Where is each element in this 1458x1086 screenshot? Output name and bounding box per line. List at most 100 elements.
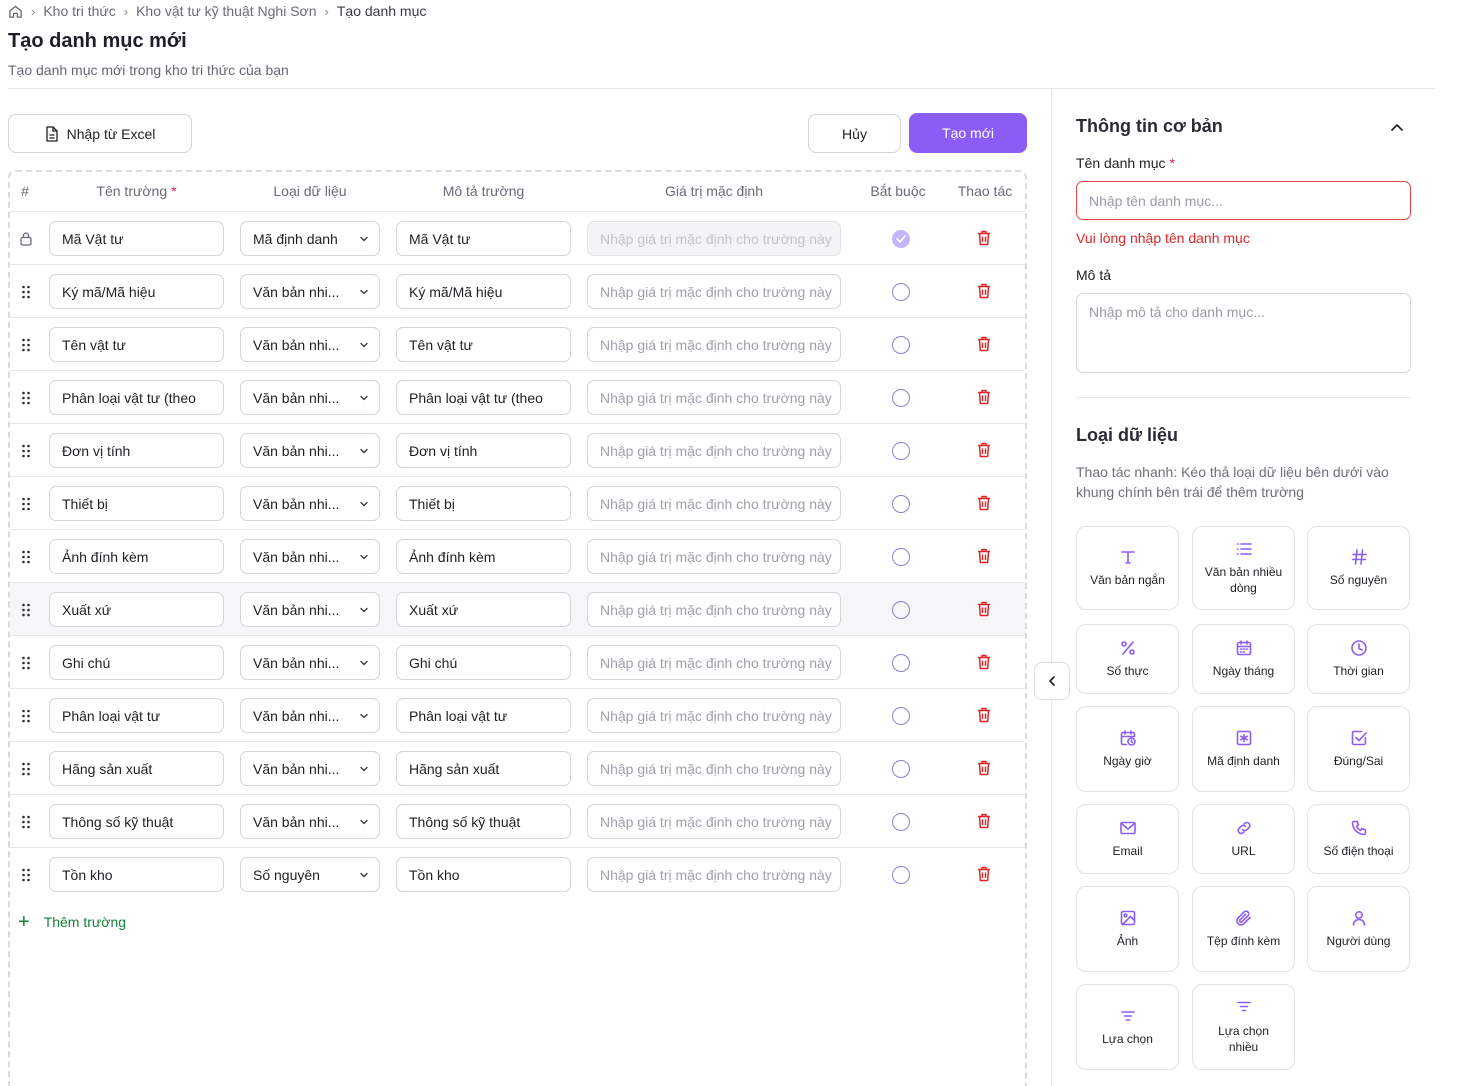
trash-icon[interactable] [976,388,992,406]
field-description-input[interactable]: Ký mã/Mã hiệu [396,274,571,309]
required-checkbox[interactable] [892,283,910,301]
table-row[interactable]: Ảnh đính kèm Văn bản nhi... Ảnh đính kèm Nh… [10,529,1025,582]
field-type-select[interactable]: Văn bản nhi... [240,486,380,521]
table-row[interactable]: Tên vật tư Văn bản nhi... Tên vật tư Nhập g… [10,317,1025,370]
data-type-tile[interactable]: Văn bản ngắn [1076,526,1179,610]
table-row[interactable]: Tồn kho Số nguyên Tồn kho Nhập giá trị mặc … [10,847,1025,900]
default-value-input[interactable]: Nhập giá trị mặc định cho trường này [587,486,841,521]
field-description-input[interactable]: Phân loại vật tư [396,698,571,733]
field-description-input[interactable]: Ghi chú [396,645,571,680]
data-type-tile[interactable]: Số nguyên [1307,526,1410,610]
required-checkbox[interactable] [892,866,910,884]
required-checkbox[interactable] [892,389,910,407]
required-checkbox[interactable] [892,601,910,619]
data-type-tile[interactable]: Số thực [1076,624,1179,694]
field-description-input[interactable]: Đơn vị tính [396,433,571,468]
field-name-input[interactable]: Tên vật tư [49,327,224,362]
default-value-input[interactable]: Nhập giá trị mặc định cho trường này [587,539,841,574]
field-type-select[interactable]: Văn bản nhi... [240,698,380,733]
table-row[interactable]: Hãng sản xuất Văn bản nhi... Hãng sản xuất… [10,741,1025,794]
field-name-input[interactable]: Thiết bị [49,486,224,521]
drag-handle-icon[interactable] [21,391,31,405]
import-excel-button[interactable]: Nhập từ Excel [8,114,192,153]
data-type-tile[interactable]: Ngày tháng [1192,624,1295,694]
trash-icon[interactable] [976,865,992,883]
table-row[interactable]: Thông số kỹ thuật Văn bản nhi... Thông số … [10,794,1025,847]
data-type-tile[interactable]: Số điện thoại [1307,804,1410,874]
field-description-input[interactable]: Hãng sản xuất [396,751,571,786]
trash-icon[interactable] [976,441,992,459]
trash-icon[interactable] [976,706,992,724]
default-value-input[interactable]: Nhập giá trị mặc định cho trường này [587,592,841,627]
collapse-panel-button[interactable] [1034,662,1070,700]
trash-icon[interactable] [976,282,992,300]
breadcrumb-item[interactable]: Kho tri thức [43,3,115,19]
field-type-select[interactable]: Văn bản nhi... [240,380,380,415]
default-value-input[interactable]: Nhập giá trị mặc định cho trường này [587,751,841,786]
data-type-tile[interactable]: Lựa chọn nhiều [1192,984,1295,1070]
breadcrumb-item[interactable]: Kho vật tư kỹ thuật Nghi Sơn [136,3,316,19]
data-type-tile[interactable]: Đúng/Sai [1307,706,1410,792]
table-row[interactable]: Xuất xứ Văn bản nhi... Xuất xứ Nhập giá trị… [10,582,1025,635]
field-description-input[interactable]: Xuất xứ [396,592,571,627]
default-value-input[interactable]: Nhập giá trị mặc định cho trường này [587,645,841,680]
field-type-select[interactable]: Văn bản nhi... [240,592,380,627]
table-row[interactable]: Ghi chú Văn bản nhi... Ghi chú Nhập giá trị… [10,635,1025,688]
table-row[interactable]: Phân loại vật tư Văn bản nhi... Phân loại … [10,688,1025,741]
trash-icon[interactable] [976,812,992,830]
default-value-input[interactable]: Nhập giá trị mặc định cho trường này [587,804,841,839]
drag-handle-icon[interactable] [21,285,31,299]
trash-icon[interactable] [976,494,992,512]
default-value-input[interactable]: Nhập giá trị mặc định cho trường này [587,327,841,362]
default-value-input[interactable]: Nhập giá trị mặc định cho trường này [587,380,841,415]
data-type-tile[interactable]: Thời gian [1307,624,1410,694]
drag-handle-icon[interactable] [21,762,31,776]
required-checkbox[interactable] [892,707,910,725]
data-type-tile[interactable]: Mã định danh [1192,706,1295,792]
cancel-button[interactable]: Hủy [808,114,901,153]
drag-handle-icon[interactable] [21,709,31,723]
table-row[interactable]: Mã Vật tư Mã định danh Mã Vật tư Nhập giá t… [10,211,1025,264]
field-type-select[interactable]: Mã định danh [240,221,380,256]
field-description-input[interactable]: Ảnh đính kèm [396,539,571,574]
add-field-button[interactable]: + Thêm trường [18,912,126,932]
data-type-tile[interactable]: Người dùng [1307,886,1410,972]
field-name-input[interactable]: Đơn vị tính [49,433,224,468]
required-checkbox[interactable] [892,654,910,672]
default-value-input[interactable]: Nhập giá trị mặc định cho trường này [587,433,841,468]
table-row[interactable]: Thiết bị Văn bản nhi... Thiết bị Nhập giá t… [10,476,1025,529]
table-row[interactable]: Đơn vị tính Văn bản nhi... Đơn vị tính Nhập… [10,423,1025,476]
data-type-tile[interactable]: Văn bản nhiều dòng [1192,526,1295,610]
default-value-input[interactable]: Nhập giá trị mặc định cho trường này [587,698,841,733]
drag-handle-icon[interactable] [21,815,31,829]
data-type-tile[interactable]: Ảnh [1076,886,1179,972]
field-name-input[interactable]: Phân loại vật tư [49,698,224,733]
field-name-input[interactable]: Phân loại vật tư (theo [49,380,224,415]
field-name-input[interactable]: Ghi chú [49,645,224,680]
drag-handle-icon[interactable] [21,868,31,882]
home-icon[interactable] [8,4,23,19]
field-name-input[interactable]: Tồn kho [49,857,224,892]
field-type-select[interactable]: Văn bản nhi... [240,433,380,468]
field-name-input[interactable]: Mã Vật tư [49,221,224,256]
required-checkbox[interactable] [892,495,910,513]
field-description-input[interactable]: Thiết bị [396,486,571,521]
trash-icon[interactable] [976,759,992,777]
drag-handle-icon[interactable] [21,656,31,670]
field-description-input[interactable]: Tên vật tư [396,327,571,362]
trash-icon[interactable] [976,600,992,618]
trash-icon[interactable] [976,547,992,565]
table-row[interactable]: Phân loại vật tư (theo Văn bản nhi... Phân… [10,370,1025,423]
data-type-tile[interactable]: URL [1192,804,1295,874]
required-checkbox[interactable] [892,813,910,831]
required-checkbox[interactable] [892,548,910,566]
field-name-input[interactable]: Hãng sản xuất [49,751,224,786]
trash-icon[interactable] [976,335,992,353]
field-name-input[interactable]: Ảnh đính kèm [49,539,224,574]
create-button[interactable]: Tạo mới [909,113,1027,153]
field-type-select[interactable]: Văn bản nhi... [240,804,380,839]
data-type-tile[interactable]: Tệp đính kèm [1192,886,1295,972]
data-type-tile[interactable]: Ngày giờ [1076,706,1179,792]
description-textarea[interactable]: Nhập mô tả cho danh mục... [1076,293,1411,373]
field-type-select[interactable]: Văn bản nhi... [240,274,380,309]
